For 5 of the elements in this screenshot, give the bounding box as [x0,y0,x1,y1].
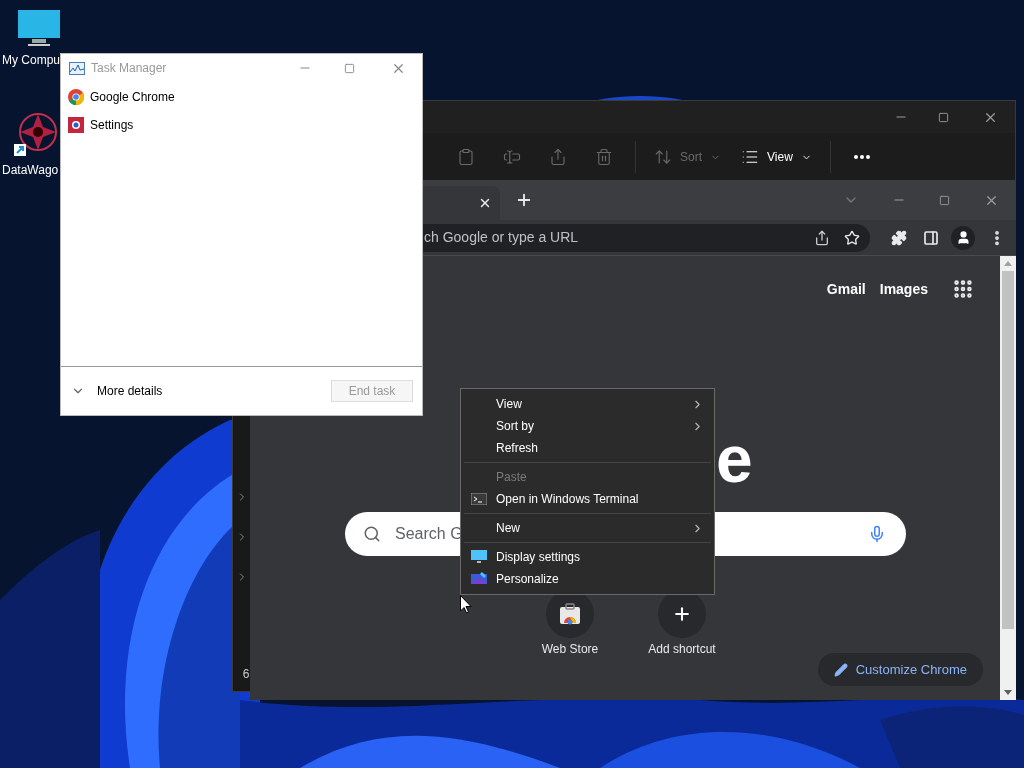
nav-label: 6 [242,667,250,681]
window-title: Task Manager [91,60,167,77]
end-task-button: End task [331,380,413,402]
logo-fragment: e [716,426,754,492]
menu-item: Paste [495,469,528,486]
